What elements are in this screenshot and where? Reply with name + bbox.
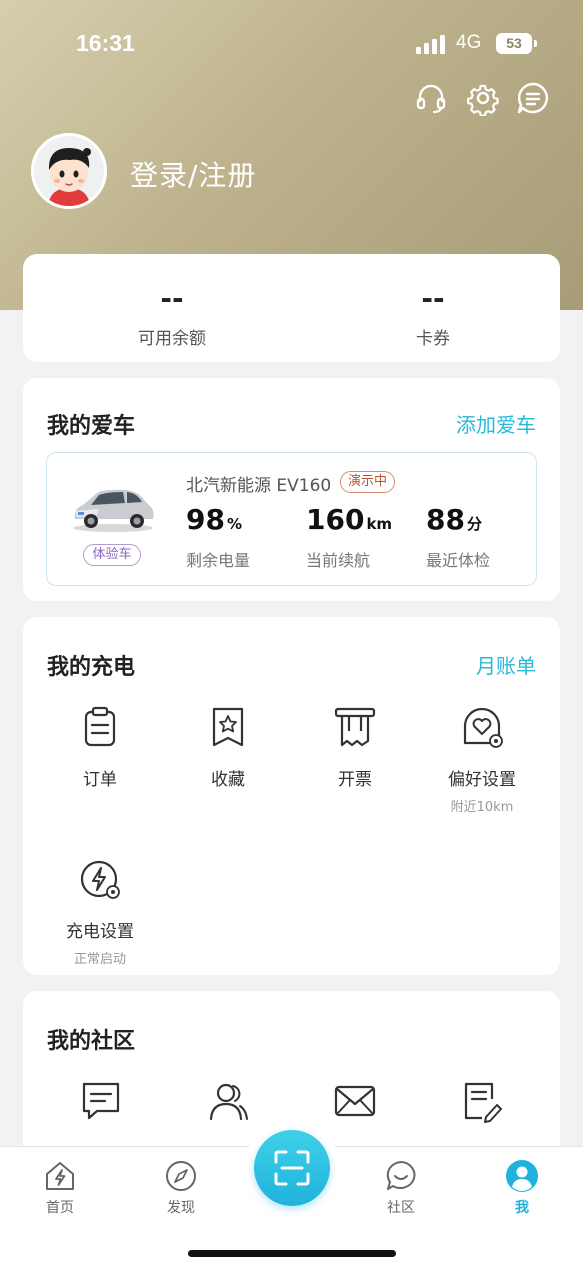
coupon-value: -- <box>421 282 445 315</box>
avatar[interactable] <box>31 133 107 209</box>
cartoon-avatar-icon <box>34 136 104 206</box>
available-balance-value: -- <box>160 282 184 315</box>
coupon-label: 卡券 <box>416 329 450 349</box>
tab-community[interactable]: 社区 <box>366 1159 436 1217</box>
orders-item[interactable]: 订单 <box>35 705 165 790</box>
preference-settings-label: 偏好设置 <box>448 770 516 790</box>
car-info-box[interactable]: 体验车 北汽新能源 EV160 演示中 98% 剩余电量 160 km 当前续航 … <box>46 452 537 586</box>
tab-me[interactable]: 我 <box>487 1159 557 1217</box>
my-charging-card: 我的充电 月账单 订单 收藏 开票 偏好设置 附近10km 充电设置 正常启动 <box>23 617 560 975</box>
scan-icon <box>274 1150 310 1186</box>
battery-stat-value: 98% <box>186 503 242 536</box>
preference-heart-icon <box>463 707 503 748</box>
my-charging-title: 我的充电 <box>47 655 136 680</box>
balance-card: -- 可用余额 -- 卡券 <box>23 254 560 362</box>
headset-icon[interactable] <box>413 80 449 116</box>
tab-discover-label: 发现 <box>167 1200 195 1216</box>
gear-icon[interactable] <box>465 80 501 116</box>
message-icon[interactable] <box>515 80 551 116</box>
charge-settings-item[interactable]: 充电设置 正常启动 <box>35 857 165 967</box>
bookmark-star-icon <box>212 707 244 747</box>
home-bolt-icon <box>46 1162 74 1190</box>
tab-home[interactable]: 首页 <box>25 1159 95 1217</box>
note-edit-icon[interactable] <box>460 1079 504 1123</box>
users-icon[interactable] <box>206 1079 250 1123</box>
favorites-item[interactable]: 收藏 <box>163 705 293 790</box>
charge-settings-label: 充电设置 <box>66 922 134 942</box>
login-register-link[interactable]: 登录/注册 <box>130 154 256 194</box>
scan-button[interactable] <box>254 1130 330 1206</box>
favorites-label: 收藏 <box>211 770 245 790</box>
preference-settings-sub: 附近10km <box>450 800 514 815</box>
battery-icon: 53 <box>496 33 537 54</box>
checkup-stat-value: 88 分 <box>426 503 482 536</box>
scan-button-wrap <box>244 1120 340 1216</box>
battery-stat-label: 剩余电量 <box>186 551 251 570</box>
range-stat-label: 当前续航 <box>306 551 371 570</box>
tab-home-label: 首页 <box>46 1200 74 1216</box>
add-car-link[interactable]: 添加爱车 <box>456 409 536 438</box>
signal-icon <box>416 34 446 54</box>
tab-community-label: 社区 <box>387 1200 415 1216</box>
car-model-name: 北汽新能源 EV160 <box>186 476 332 496</box>
status-time: 16:31 <box>76 30 135 56</box>
available-balance-label: 可用余额 <box>138 329 206 349</box>
my-car-card: 我的爱车 添加爱车 体验车 北汽新能源 EV160 演示中 98% 剩余电量 1… <box>23 378 560 601</box>
charge-settings-sub: 正常启动 <box>73 952 126 967</box>
comment-icon[interactable] <box>79 1079 123 1123</box>
status-bar: 16:31 4G 53 <box>0 0 583 90</box>
mail-icon[interactable] <box>333 1079 377 1123</box>
preference-settings-item[interactable]: 偏好设置 附近10km <box>417 705 547 815</box>
charge-settings-icon <box>80 860 120 899</box>
demo-status-badge: 演示中 <box>340 471 396 493</box>
home-indicator <box>188 1250 396 1257</box>
checkup-stat-label: 最近体检 <box>426 551 491 570</box>
chat-smile-icon <box>386 1161 416 1190</box>
invoice-label: 开票 <box>338 770 372 790</box>
monthly-bill-link[interactable]: 月账单 <box>476 650 536 679</box>
tab-me-label: 我 <box>515 1200 529 1216</box>
user-icon <box>506 1160 538 1192</box>
tab-discover[interactable]: 发现 <box>146 1159 216 1217</box>
orders-label: 订单 <box>83 770 117 790</box>
compass-icon <box>166 1161 196 1191</box>
trial-car-badge: 体验车 <box>83 544 141 566</box>
car-image <box>73 489 154 532</box>
invoice-icon <box>334 707 376 747</box>
clipboard-icon <box>84 706 116 747</box>
my-car-title: 我的爱车 <box>47 414 136 439</box>
range-stat-value: 160 km <box>306 503 393 536</box>
network-type: 4G <box>456 32 482 53</box>
my-community-title: 我的社区 <box>47 1029 136 1054</box>
invoice-item[interactable]: 开票 <box>290 705 420 790</box>
